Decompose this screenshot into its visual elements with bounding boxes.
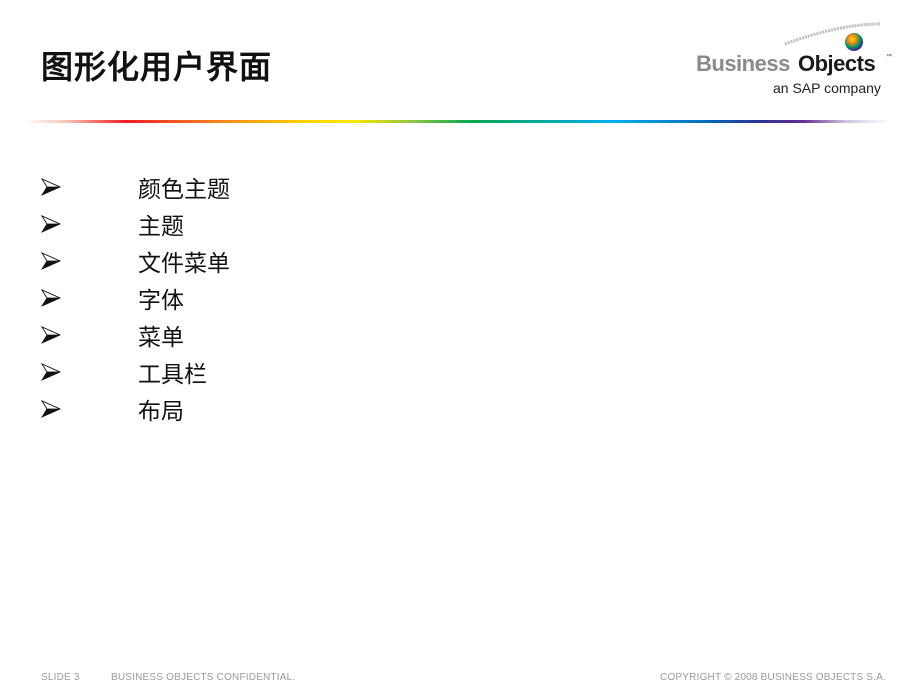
logo-brand-part1: Business: [696, 51, 790, 76]
bullet-list: 颜色主题 主题 文件菜单 字体 菜单 工具栏 布局: [40, 168, 440, 427]
arrow-bullet-icon: [41, 363, 61, 381]
bullet-label: 文件菜单: [138, 251, 230, 277]
bullet-item: 字体: [40, 279, 440, 316]
logo-ball-icon: [845, 33, 863, 51]
bullet-label: 菜单: [138, 325, 184, 351]
footer-slide-number: SLIDE 3: [41, 672, 80, 683]
bullet-item: 颜色主题: [40, 168, 440, 205]
footer-confidential: BUSINESS OBJECTS CONFIDENTIAL.: [111, 672, 296, 683]
arrow-bullet-icon: [41, 289, 61, 307]
bullet-label: 颜色主题: [138, 177, 230, 203]
arrow-bullet-icon: [41, 215, 61, 233]
arrow-bullet-icon: [41, 178, 61, 196]
arrow-bullet-icon: [41, 252, 61, 270]
arrow-bullet-icon: [41, 326, 61, 344]
arrow-bullet-icon: [41, 400, 61, 418]
slide-title: 图形化用户界面: [41, 48, 273, 86]
logo-trademark: ™: [886, 54, 892, 60]
bullet-item: 主题: [40, 205, 440, 242]
logo-brand-part2: Objects: [798, 51, 876, 76]
bullet-label: 字体: [138, 288, 184, 314]
bullet-item: 布局: [40, 390, 440, 427]
rainbow-divider: [22, 120, 890, 123]
logo-tagline: an SAP company: [773, 80, 881, 96]
bullet-label: 工具栏: [138, 362, 207, 388]
bullet-label: 主题: [138, 214, 184, 240]
bullet-item: 文件菜单: [40, 242, 440, 279]
business-objects-logo: Business Objects ™ an SAP company: [690, 18, 900, 100]
bullet-item: 工具栏: [40, 353, 440, 390]
bullet-label: 布局: [138, 399, 184, 425]
footer-copyright: COPYRIGHT © 2008 BUSINESS OBJECTS S.A.: [660, 672, 886, 683]
bullet-item: 菜单: [40, 316, 440, 353]
